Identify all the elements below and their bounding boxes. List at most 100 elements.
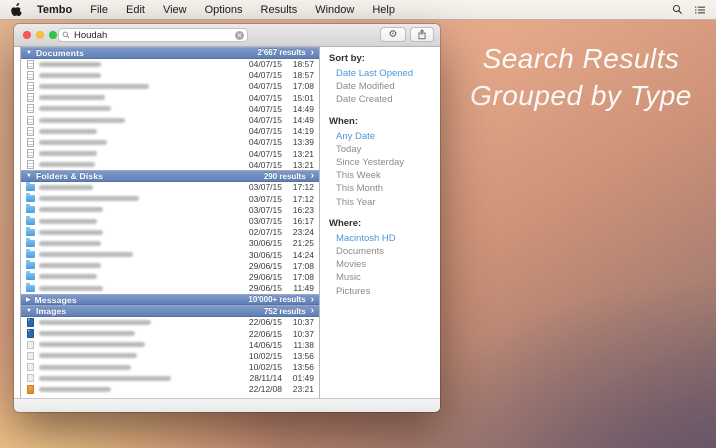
result-row[interactable]: 29/06/1511:49 (21, 283, 319, 294)
result-row[interactable]: 03/07/1517:12 (21, 182, 319, 193)
triangle-down-icon: ▼ (26, 50, 32, 56)
sidebar-item-since-yesterday[interactable]: Since Yesterday (329, 156, 434, 169)
redacted-filename (39, 185, 93, 190)
sidebar-item-macintosh-hd[interactable]: Macintosh HD (329, 232, 434, 245)
folder-icon (26, 195, 35, 202)
redacted-filename (39, 207, 103, 212)
action-gear-button[interactable]: ⚙ (380, 27, 406, 42)
result-row[interactable]: 10/02/1513:56 (21, 362, 319, 373)
document-icon (27, 93, 34, 102)
result-date: 10/02/15 (240, 362, 282, 372)
sidebar-item-date-last-opened[interactable]: Date Last Opened (329, 67, 434, 80)
result-date: 04/07/15 (240, 70, 282, 80)
section-results-count: 290 results (264, 172, 306, 181)
clear-search-icon[interactable]: × (235, 31, 244, 40)
notification-center-icon[interactable] (694, 5, 706, 15)
search-input[interactable] (72, 29, 235, 42)
document-icon (27, 71, 34, 80)
sidebar-item-documents[interactable]: Documents (329, 245, 434, 258)
sidebar-item-date-created[interactable]: Date Created (329, 93, 434, 106)
menubar-item-window[interactable]: Window (315, 4, 354, 16)
marketing-caption: Search Results Grouped by Type (448, 40, 714, 114)
redacted-filename (39, 387, 111, 392)
redacted-filename (39, 140, 107, 145)
section-header-images[interactable]: ▼Images752 results› (21, 305, 319, 317)
menubar-item-options[interactable]: Options (205, 4, 243, 16)
result-time: 17:08 (282, 261, 314, 271)
result-row[interactable]: 04/07/1513:39 (21, 137, 319, 148)
section-header-messages[interactable]: ▶Messages10'000+ results› (21, 294, 319, 306)
result-row[interactable]: 29/06/1517:08 (21, 271, 319, 282)
redacted-filename (39, 353, 137, 358)
result-row[interactable]: 03/07/1516:17 (21, 215, 319, 226)
folder-icon (26, 251, 35, 258)
section-results-count: 2'667 results (258, 48, 306, 57)
close-button[interactable] (23, 31, 31, 39)
sidebar-item-movies[interactable]: Movies (329, 258, 434, 271)
image-file-icon (25, 363, 35, 371)
folder-icon (26, 229, 35, 236)
result-row[interactable]: 04/07/1514:49 (21, 114, 319, 125)
sidebar-item-any-date[interactable]: Any Date (329, 130, 434, 143)
sidebar-item-this-year[interactable]: This Year (329, 196, 434, 209)
result-row[interactable]: 04/07/1518:57 (21, 70, 319, 81)
section-header-folders-disks[interactable]: ▼Folders & Disks290 results› (21, 170, 319, 182)
menubar-item-results[interactable]: Results (261, 4, 298, 16)
share-button[interactable] (410, 27, 434, 42)
redacted-filename (39, 263, 101, 268)
marketing-caption-line1: Search Results (448, 40, 714, 77)
result-row[interactable]: 04/07/1513:21 (21, 159, 319, 170)
zoom-button[interactable] (49, 31, 57, 39)
redacted-filename (39, 118, 125, 123)
document-icon (27, 160, 34, 169)
chevron-right-icon: › (311, 307, 314, 315)
result-row[interactable]: 04/07/1515:01 (21, 92, 319, 103)
result-row[interactable]: 03/07/1516:23 (21, 204, 319, 215)
result-row[interactable]: 22/06/1510:37 (21, 328, 319, 339)
apple-menu-icon[interactable] (11, 4, 22, 16)
sidebar-item-pictures[interactable]: Pictures (329, 284, 434, 297)
result-row[interactable]: 14/06/1511:38 (21, 339, 319, 350)
result-time: 17:12 (282, 194, 314, 204)
result-row[interactable]: 02/07/1523:24 (21, 227, 319, 238)
triangle-down-icon: ▼ (26, 308, 32, 314)
result-row[interactable]: 04/07/1513:21 (21, 148, 319, 159)
sidebar-item-music[interactable]: Music (329, 271, 434, 284)
result-row[interactable]: 03/07/1517:12 (21, 193, 319, 204)
image-file-blue-icon (25, 318, 35, 327)
result-date: 04/07/15 (240, 81, 282, 91)
sidebar-item-this-week[interactable]: This Week (329, 169, 434, 182)
result-row[interactable]: 30/06/1521:25 (21, 238, 319, 249)
result-row[interactable]: 29/06/1517:08 (21, 260, 319, 271)
document-icon (27, 138, 34, 147)
result-row[interactable]: 28/11/1401:49 (21, 373, 319, 384)
result-row[interactable]: 22/06/1510:37 (21, 317, 319, 328)
sidebar-item-date-modified[interactable]: Date Modified (329, 80, 434, 93)
chevron-right-icon: › (311, 296, 314, 304)
spotlight-search-icon[interactable] (672, 4, 683, 15)
result-row[interactable]: 04/07/1514:19 (21, 126, 319, 137)
menubar-item-view[interactable]: View (163, 4, 187, 16)
menubar-item-file[interactable]: File (90, 4, 108, 16)
sidebar-item-today[interactable]: Today (329, 143, 434, 156)
menubar-item-edit[interactable]: Edit (126, 4, 145, 16)
menubar-item-help[interactable]: Help (372, 4, 395, 16)
result-row[interactable]: 30/06/1514:24 (21, 249, 319, 260)
menubar-app-name[interactable]: Tembo (37, 4, 72, 16)
image-file-icon (27, 341, 34, 349)
result-row[interactable]: 04/07/1518:57 (21, 59, 319, 70)
result-time: 14:49 (282, 115, 314, 125)
sidebar-item-this-month[interactable]: This Month (329, 182, 434, 195)
section-header-documents[interactable]: ▼Documents2'667 results› (21, 47, 319, 59)
result-date: 22/06/15 (240, 329, 282, 339)
search-field[interactable]: × (58, 28, 248, 42)
result-row[interactable]: 22/12/0823:21 (21, 384, 319, 395)
marketing-caption-line2: Grouped by Type (448, 77, 714, 114)
window-title-bar[interactable]: × ⚙ (14, 24, 440, 47)
chevron-right-icon: › (311, 172, 314, 180)
result-row[interactable]: 04/07/1517:08 (21, 81, 319, 92)
result-row[interactable]: 04/07/1514:49 (21, 103, 319, 114)
minimize-button[interactable] (36, 31, 44, 39)
document-icon (25, 60, 35, 69)
result-row[interactable]: 10/02/1513:56 (21, 350, 319, 361)
